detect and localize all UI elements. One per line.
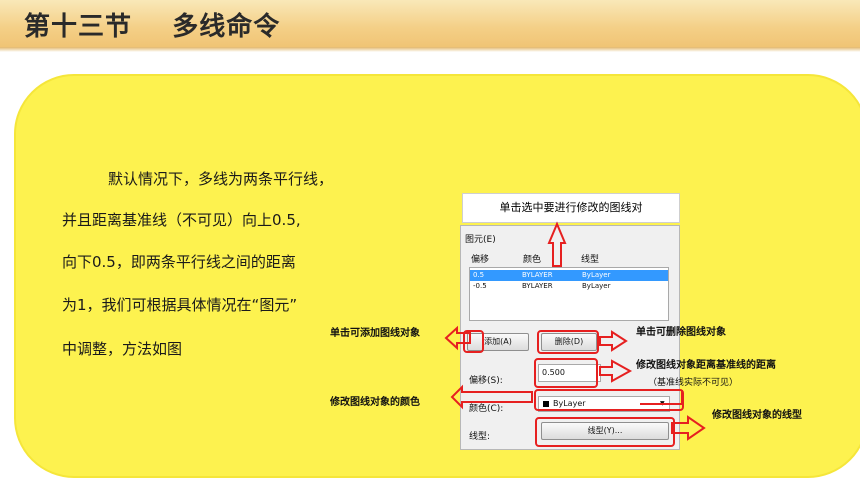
annotation-offset: 修改图线对象距离基准线的距离 [636, 360, 776, 371]
left-arrow-icon [444, 325, 471, 351]
right-arrow-icon [599, 330, 628, 352]
annotation-delete: 单击可删除图线对象 [636, 327, 726, 338]
annotation-color: 修改图线对象的颜色 [330, 397, 420, 408]
annotation-linetype: 修改图线对象的线型 [712, 410, 802, 421]
right-arrow-icon [671, 415, 706, 441]
annotation-add: 单击可添加图线对象 [330, 328, 420, 339]
connector-line [640, 390, 683, 405]
right-arrow-icon [599, 359, 633, 383]
up-arrow-icon [547, 221, 567, 267]
left-arrow-icon [450, 384, 533, 410]
annotation-offset-note: （基准线实际不可见） [648, 378, 739, 388]
